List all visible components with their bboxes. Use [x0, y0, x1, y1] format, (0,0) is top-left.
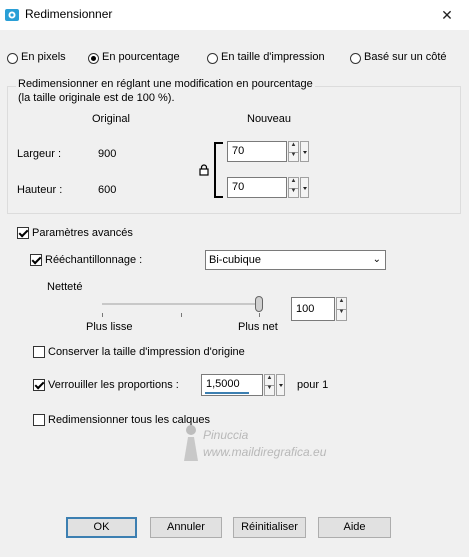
slider-tick [259, 313, 260, 317]
help-button[interactable]: Aide [318, 517, 391, 538]
resample-checkbox[interactable] [30, 254, 42, 266]
ratio-value: 1,5000 [206, 378, 240, 390]
sharpness-field[interactable]: 100 [291, 297, 335, 321]
ratio-spinner[interactable]: ▲ ▼ [264, 374, 275, 396]
height-label: Hauteur : [17, 184, 63, 196]
width-spinner[interactable]: ▲ ▼ [288, 141, 299, 162]
height-dropdown-button[interactable] [300, 177, 309, 198]
sharpness-slider-thumb[interactable] [255, 296, 263, 312]
lock-ratio-checkbox[interactable] [33, 379, 45, 391]
resample-value: Bi-cubique [209, 254, 261, 266]
radio-pixels[interactable] [7, 53, 18, 64]
keep-print-size-label[interactable]: Conserver la taille d'impression d'origi… [48, 346, 245, 358]
watermark-line2: www.maildiregrafica.eu [203, 445, 327, 459]
radio-percentage-label[interactable]: En pourcentage [102, 51, 180, 63]
sharpness-spinner[interactable]: ▲ ▼ [336, 297, 347, 321]
resize-all-layers-checkbox[interactable] [33, 414, 45, 426]
width-new-value: 70 [232, 145, 245, 157]
radio-one-side[interactable] [350, 53, 361, 64]
lock-icon[interactable] [199, 164, 209, 176]
slider-max-label: Plus net [238, 321, 278, 333]
group-caption: Redimensionner en réglant une modificati… [16, 78, 315, 90]
slider-min-label: Plus lisse [86, 321, 133, 333]
sharpness-value: 100 [296, 303, 315, 315]
width-new-field[interactable]: 70 [227, 141, 287, 162]
spin-down-icon[interactable]: ▼ [289, 152, 298, 162]
column-original: Original [92, 113, 130, 125]
chevron-down-icon[interactable]: ⌄ [373, 254, 381, 265]
slider-tick [102, 313, 103, 317]
radio-pixels-label[interactable]: En pixels [21, 51, 66, 63]
resample-label[interactable]: Rééchantillonnage : [45, 254, 142, 266]
ratio-field[interactable]: 1,5000 [201, 374, 263, 396]
spin-down-icon[interactable]: ▼ [337, 309, 346, 320]
height-original: 600 [98, 184, 117, 196]
radio-print-size-label[interactable]: En taille d'impression [221, 51, 325, 63]
advanced-checkbox[interactable] [17, 227, 29, 239]
lock-ratio-label[interactable]: Verrouiller les proportions : [48, 379, 179, 391]
column-new: Nouveau [247, 113, 292, 125]
ratio-suffix: pour 1 [297, 379, 329, 391]
group-caption-note: (la taille originale est de 100 %). [18, 92, 175, 104]
spin-down-icon[interactable]: ▼ [265, 385, 274, 395]
slider-tick [181, 313, 182, 317]
window-title: Redimensionner [25, 7, 113, 21]
resample-select[interactable]: Bi-cubique ⌄ [205, 250, 386, 270]
height-new-field[interactable]: 70 [227, 177, 287, 198]
width-dropdown-button[interactable] [300, 141, 309, 162]
radio-percentage[interactable] [88, 53, 99, 64]
width-label: Largeur : [17, 148, 62, 160]
watermark-line1: Pinuccia [203, 428, 249, 442]
watermark-figure [184, 425, 198, 461]
close-button[interactable]: ✕ [425, 0, 469, 30]
spin-down-icon[interactable]: ▼ [289, 188, 298, 198]
sharpness-track[interactable] [102, 303, 262, 305]
radio-one-side-label[interactable]: Basé sur un côté [364, 51, 447, 63]
advanced-label[interactable]: Paramètres avancés [32, 227, 133, 239]
app-icon [5, 9, 19, 21]
ratio-dropdown-button[interactable] [276, 374, 285, 396]
reset-button[interactable]: Réinitialiser [233, 517, 306, 538]
focus-underline [205, 392, 249, 394]
keep-print-size-checkbox[interactable] [33, 346, 45, 358]
radio-print-size[interactable] [207, 53, 218, 64]
height-spinner[interactable]: ▲ ▼ [288, 177, 299, 198]
sharpness-label: Netteté [47, 281, 83, 293]
cancel-button[interactable]: Annuler [150, 517, 222, 538]
ok-button[interactable]: OK [66, 517, 137, 538]
height-new-value: 70 [232, 181, 245, 193]
width-original: 900 [98, 148, 117, 160]
